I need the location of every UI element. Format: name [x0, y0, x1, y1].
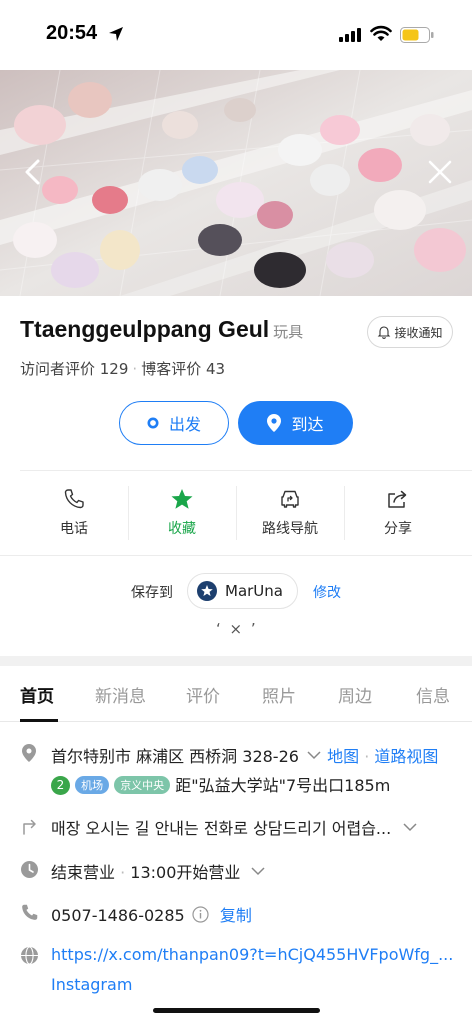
station-distance: 距"弘益大学站"7号出口185m	[175, 776, 391, 795]
edit-saved-link[interactable]: 修改	[313, 582, 341, 602]
map-link[interactable]: 地图	[327, 747, 359, 766]
place-photo[interactable]	[0, 70, 472, 296]
location-arrow-icon	[109, 27, 123, 41]
phone-row: 0507-1486-0285 复制	[51, 902, 252, 926]
blog-reviews[interactable]: 博客评价 43	[141, 360, 225, 378]
share-icon	[388, 490, 407, 508]
instagram-link[interactable]: Instagram	[51, 975, 132, 994]
place-name: Ttaenggeulppang Geul	[20, 316, 270, 342]
tab-home[interactable]: 首页	[20, 682, 54, 707]
visitor-reviews[interactable]: 访问者评价 129	[20, 360, 128, 378]
divider	[0, 555, 472, 556]
action-bar: 电话 收藏 路线导航 分享	[20, 478, 452, 550]
tab-reviews[interactable]: 评价	[186, 682, 220, 707]
origin-dot-icon	[147, 417, 159, 429]
navigation-label: 路线导航	[262, 521, 318, 537]
chevron-down-icon[interactable]	[306, 750, 322, 760]
directions-note: 매장 오시는 길 안내는 전화로 상담드리기 어렵습...	[51, 819, 392, 838]
battery-icon	[400, 27, 434, 43]
tab-news[interactable]: 新消息	[95, 682, 146, 707]
share-label: 分享	[384, 521, 412, 537]
notify-label: 接收通知	[394, 325, 443, 340]
wifi-icon	[370, 25, 392, 41]
phone-number[interactable]: 0507-1486-0285	[51, 906, 185, 925]
cellular-signal-icon	[339, 28, 361, 42]
home-indicator[interactable]	[153, 1008, 320, 1013]
notify-button[interactable]: 接收通知	[367, 316, 453, 348]
review-summary: 访问者评价 129 · 博客评价 43	[20, 358, 225, 379]
star-icon	[171, 489, 193, 509]
location-pin-icon	[22, 744, 36, 762]
favorite-action[interactable]: 收藏	[128, 478, 236, 550]
gyeongui-line-badge: 京义中央	[114, 776, 171, 794]
saved-star-badge-icon	[197, 581, 217, 601]
subway-line-2-badge: 2	[51, 776, 70, 795]
favorite-label: 收藏	[168, 521, 196, 537]
place-title: Ttaenggeulppang Geul 玩具	[20, 316, 303, 343]
dot-separator: ·	[132, 360, 138, 378]
globe-icon	[21, 946, 38, 965]
place-category: 玩具	[273, 324, 304, 341]
info-circle-icon[interactable]	[192, 906, 209, 923]
tab-bar: 首页 新消息 评价 照片 周边 信息	[0, 666, 472, 722]
tab-photos[interactable]: 照片	[262, 682, 296, 707]
website-link[interactable]: https://x.com/thanpan09?t=hCjQ455HVFpoWf…	[51, 945, 453, 964]
back-icon[interactable]	[18, 156, 50, 188]
chevron-down-icon	[403, 823, 417, 832]
place-detail-screen: 20:54 Ttaenggeulppang Geul 玩具 接收通知 访问者评价…	[0, 0, 472, 1024]
depart-label: 出发	[168, 415, 201, 434]
chevron-down-icon	[250, 867, 265, 876]
bell-icon	[378, 326, 391, 339]
depart-button[interactable]: 出发	[119, 401, 229, 445]
saved-list-name: MarUna	[225, 582, 283, 600]
active-tab-indicator	[20, 719, 58, 722]
dot-separator: ·	[115, 863, 131, 882]
address-row: 首尔特别市 麻浦区 西桥洞 328-26 地图 · 道路视图	[51, 743, 438, 767]
arrive-label: 到达	[291, 415, 324, 434]
hours-row[interactable]: 结束营业 · 13:00开始营业	[51, 859, 266, 883]
section-gap	[0, 656, 472, 666]
transit-row: 2 机场 京义中央 距"弘益大学站"7号出口185m	[51, 772, 390, 796]
saved-list-chip[interactable]: MarUna	[187, 573, 298, 609]
call-action[interactable]: 电话	[20, 478, 128, 550]
hours-next: 13:00开始营业	[130, 863, 241, 882]
road-view-link[interactable]: 道路视图	[374, 747, 438, 766]
navigation-action[interactable]: 路线导航	[236, 478, 344, 550]
saved-to-label: 保存到	[131, 585, 173, 601]
airport-line-badge: 机场	[75, 776, 110, 794]
clock-icon	[21, 861, 38, 878]
status-bar: 20:54	[0, 0, 472, 70]
phone-icon	[22, 904, 38, 920]
arrive-button[interactable]: 到达	[238, 401, 353, 445]
car-route-icon	[281, 490, 299, 508]
turn-arrow-icon	[23, 819, 36, 835]
close-icon[interactable]	[424, 156, 456, 188]
directions-row[interactable]: 매장 오시는 길 안내는 전화로 상담드리기 어렵습...	[51, 815, 418, 839]
call-label: 电话	[60, 521, 88, 537]
copy-phone-link[interactable]: 复制	[220, 906, 252, 925]
photo-illustration	[0, 70, 472, 296]
hours-status: 结束营业	[51, 863, 116, 882]
status-time: 20:54	[46, 22, 98, 44]
dismiss-saved-button[interactable]: ‘ × ’	[216, 620, 258, 638]
divider	[20, 470, 472, 471]
tab-nearby[interactable]: 周边	[338, 682, 372, 707]
tab-info[interactable]: 信息	[416, 682, 450, 707]
share-action[interactable]: 分享	[344, 478, 452, 550]
phone-icon	[64, 489, 84, 509]
address-text: 首尔特别市 麻浦区 西桥洞 328-26	[51, 747, 299, 766]
dot-separator: ·	[359, 747, 375, 766]
destination-pin-icon	[267, 414, 282, 432]
